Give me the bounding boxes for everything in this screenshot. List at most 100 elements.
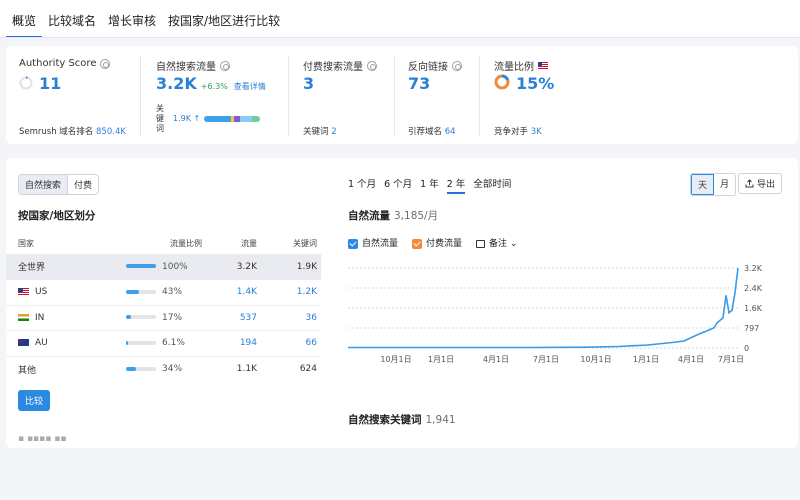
organic-traffic-chart: 3.2K 2.4K 1.6K 797 0 10月1日 1月1日 4月1日 7月1日 10月1日 1月…	[348, 264, 763, 364]
country-cell: 全世界	[6, 253, 126, 280]
notes-label: 备注	[489, 239, 508, 249]
export-button[interactable]: 导出	[738, 173, 783, 194]
keywords-cell[interactable]: 1.2K	[261, 279, 321, 305]
chevron-down-icon: ⌄	[509, 239, 518, 249]
keywords-cell[interactable]: 36	[261, 304, 321, 331]
metric-divider	[394, 56, 395, 136]
period-1y[interactable]: 1 年	[420, 176, 439, 194]
period-1m[interactable]: 1 个月	[348, 176, 376, 194]
organic-delta: +6.3%	[200, 82, 228, 91]
country-cell: IN	[6, 304, 126, 331]
share-value: 6.1%	[162, 338, 185, 349]
share-value: 17%	[162, 312, 183, 323]
share-value: 100%	[162, 261, 188, 272]
compare-button[interactable]: 比较	[18, 390, 51, 411]
tab-compare-by-country[interactable]: 按国家/地区进行比较	[162, 0, 286, 38]
share-donut-icon	[494, 74, 510, 90]
table-row[interactable]: IN 17% 537 36	[6, 304, 321, 331]
tab-overview[interactable]: 概览	[6, 0, 43, 38]
checkbox-icon	[348, 238, 358, 249]
col-share: 流量比例	[170, 239, 202, 249]
backlinks-value[interactable]: 73	[408, 74, 430, 93]
day-button[interactable]: 天	[691, 174, 715, 195]
view-details-link[interactable]: 查看详情	[234, 82, 266, 91]
authority-value[interactable]: 11	[39, 74, 61, 93]
y-tick-label: 0	[744, 344, 749, 353]
granularity-toggle: 天 月	[690, 173, 737, 196]
info-icon[interactable]	[367, 60, 377, 71]
keywords-value[interactable]: 1.9K ↑	[173, 114, 200, 123]
chart-legend: 自然流量 付费流量 备注 ⌄	[348, 236, 517, 249]
traffic-cell: 3.2K	[206, 253, 261, 280]
organic-toggle[interactable]: 自然搜索	[19, 175, 69, 194]
traffic-type-toggle: 自然搜索 付费	[18, 174, 100, 195]
period-all[interactable]: 全部时间	[473, 176, 511, 194]
table-row[interactable]: 其他 34% 1.1K 624	[6, 355, 321, 382]
y-tick-label: 797	[744, 324, 759, 333]
info-icon[interactable]	[100, 58, 111, 69]
col-traffic: 流量	[241, 239, 257, 249]
table-row[interactable]: AU 6.1% 194 66	[6, 330, 321, 356]
backlinks-metric: 反向链接 73 引荐域名 64	[408, 46, 488, 144]
keywords-cell: 624	[261, 355, 321, 382]
country-cell: 其他	[6, 355, 126, 382]
semrush-rank-value[interactable]: 850.4K	[96, 127, 126, 137]
organic-chart-title-text: 自然流量	[348, 210, 390, 222]
metric-divider	[479, 56, 480, 136]
table-row[interactable]: US 43% 1.4K 1.2K	[6, 279, 321, 305]
tab-growth-audit[interactable]: 增长审核	[102, 0, 162, 38]
country-name: IN	[35, 312, 45, 323]
paid-keywords-value[interactable]: 2	[331, 127, 336, 137]
col-country: 国家	[18, 239, 34, 249]
period-selector: 1 个月 6 个月 1 年 2 年 全部时间	[348, 176, 511, 194]
legend-organic[interactable]: 自然流量	[348, 236, 398, 249]
x-tick-label: 1月1日	[428, 355, 454, 364]
notes-dropdown[interactable]: 备注 ⌄	[476, 236, 517, 249]
table-header: 国家 流量比例 流量 关键词	[6, 234, 321, 254]
traffic-cell[interactable]: 194	[206, 330, 261, 356]
share-bar	[126, 289, 156, 294]
share-bar	[126, 315, 156, 320]
checkbox-icon	[412, 238, 423, 249]
organic-chart-sub: 3,185/月	[394, 210, 439, 222]
keywords-cell: 1.9K	[261, 253, 321, 280]
share-bar	[126, 264, 156, 269]
info-icon[interactable]	[220, 60, 230, 71]
authority-score-metric: Authority Score 11 Semrush 域名排名 850.4K	[19, 46, 139, 144]
country-cell: AU	[6, 330, 126, 356]
y-tick-label: 3.2K	[744, 264, 763, 273]
flag-icon	[18, 288, 29, 296]
traffic-share-metric: 流量比例 15% 竞争对手 3K	[494, 46, 594, 144]
table-row[interactable]: 全世界 100% 3.2K 1.9K	[6, 253, 321, 280]
legend-paid[interactable]: 付费流量	[412, 236, 462, 249]
keywords-cell[interactable]: 66	[261, 330, 321, 356]
keywords-label: 关 键 词	[156, 104, 164, 133]
metric-divider	[140, 56, 141, 136]
competitors-value[interactable]: 3K	[531, 127, 542, 137]
share-cell: 43%	[126, 279, 206, 305]
paid-value[interactable]: 3	[303, 74, 314, 93]
tab-compare-domains[interactable]: 比较域名	[42, 0, 102, 38]
country-cell: US	[6, 279, 126, 305]
traffic-cell[interactable]: 537	[206, 304, 261, 331]
organic-title: 自然搜索流量	[156, 62, 216, 73]
share-bar	[126, 340, 156, 345]
tabs-divider	[0, 37, 800, 38]
share-title: 流量比例	[494, 62, 534, 73]
ref-domains-value[interactable]: 64	[445, 127, 456, 137]
traffic-cell[interactable]: 1.4K	[206, 279, 261, 305]
organic-value[interactable]: 3.2K	[156, 74, 197, 93]
paid-traffic-metric: 付费搜索流量 3 关键词 2	[303, 46, 393, 144]
share-value[interactable]: 15%	[516, 74, 554, 93]
organic-keywords-count: 1,941	[425, 414, 456, 426]
info-icon[interactable]	[452, 60, 462, 71]
period-6m[interactable]: 6 个月	[384, 176, 412, 194]
period-2y[interactable]: 2 年	[446, 176, 466, 194]
paid-toggle[interactable]: 付费	[68, 175, 99, 194]
country-name: 其他	[18, 365, 37, 376]
by-country-title: 按国家/地区划分	[18, 210, 96, 222]
share-cell: 17%	[126, 304, 206, 331]
x-tick-label: 10月1日	[580, 355, 611, 364]
x-tick-label: 4月1日	[678, 355, 704, 364]
month-button[interactable]: 月	[714, 174, 735, 195]
